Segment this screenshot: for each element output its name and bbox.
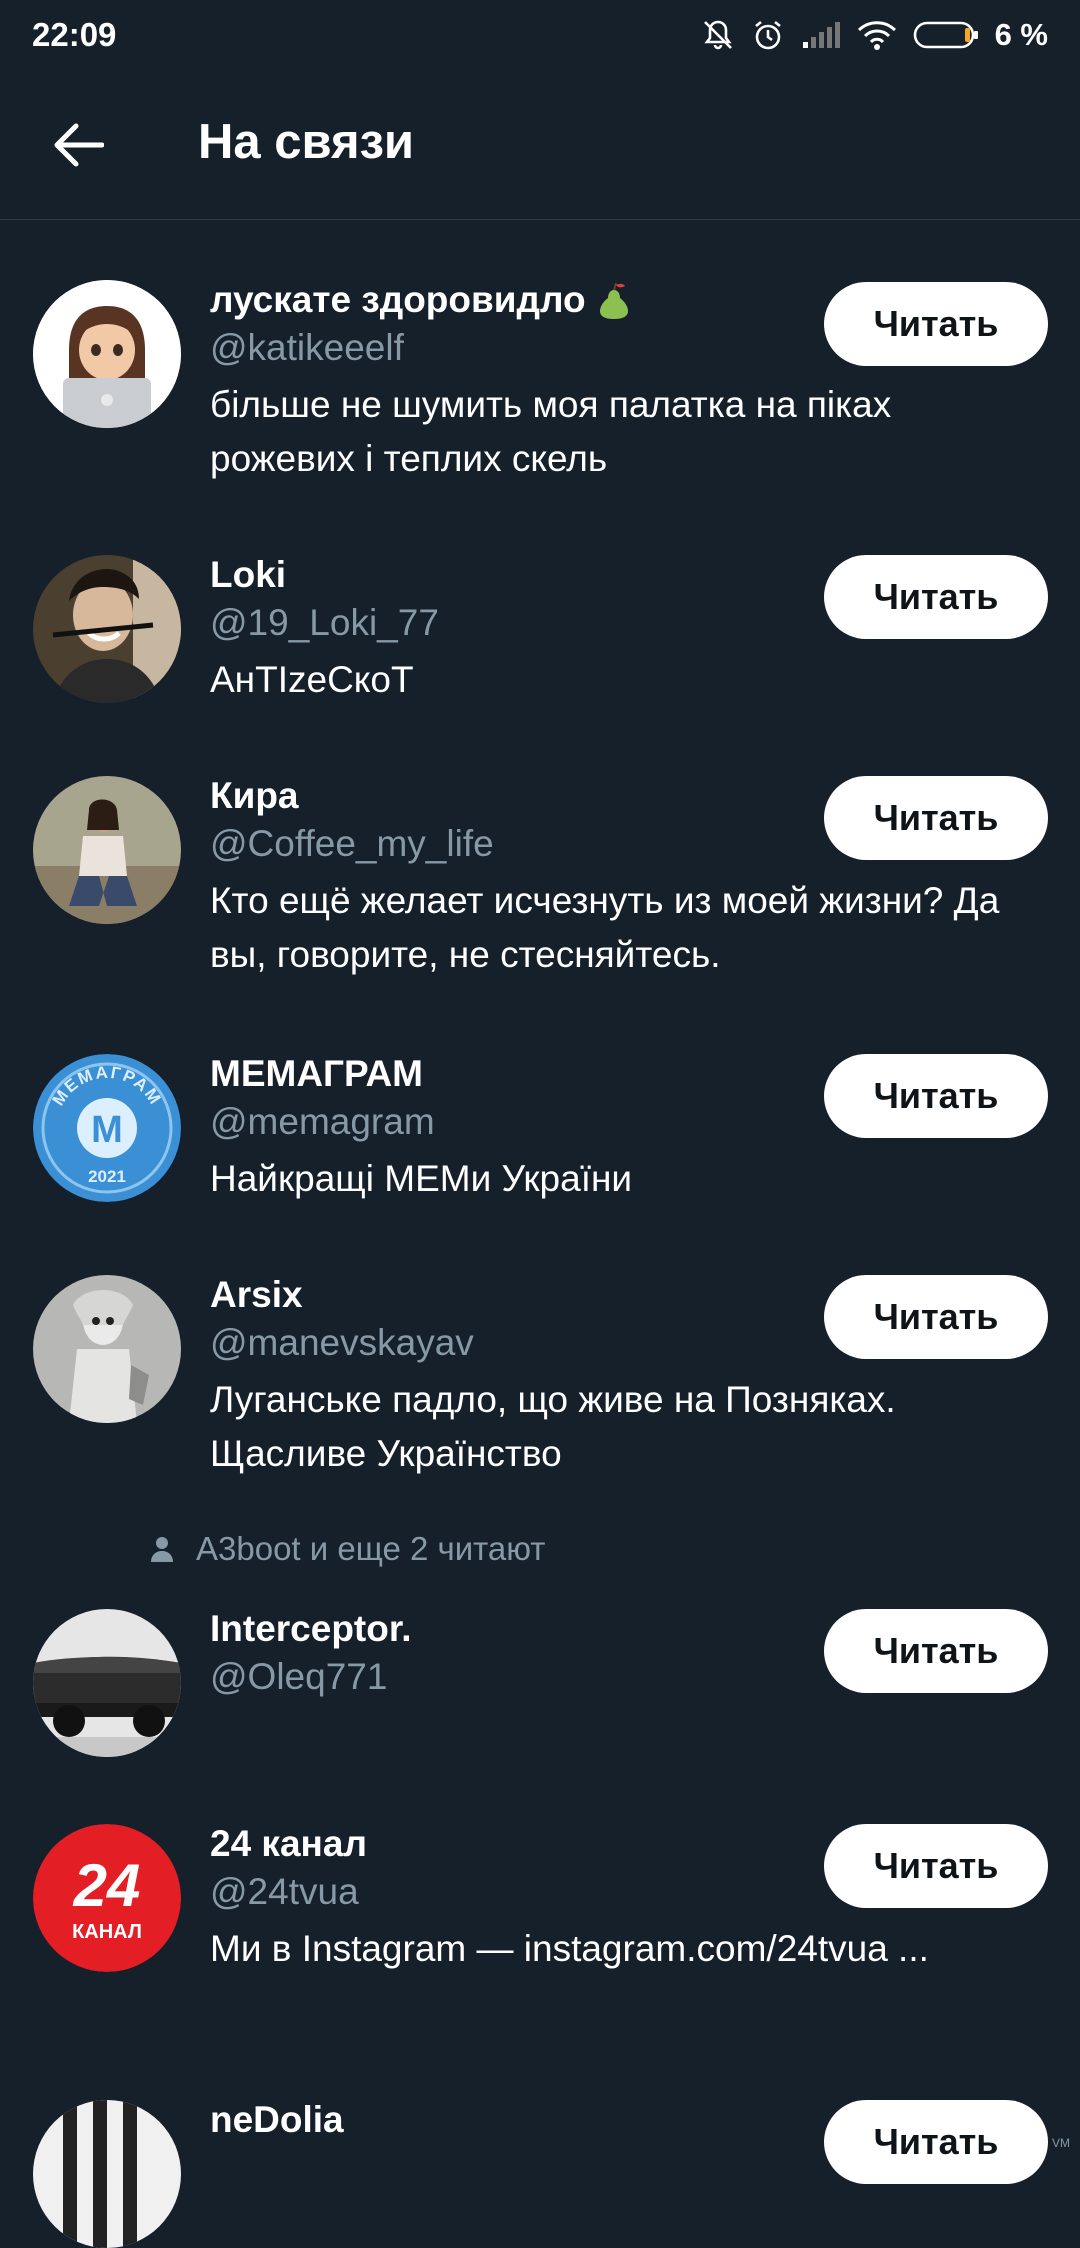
avatar[interactable] xyxy=(33,776,181,924)
follow-button[interactable]: Читать xyxy=(824,2100,1048,2184)
bell-muted-icon xyxy=(703,20,732,50)
avatar[interactable]: M МЕМАГРАМ 2021 xyxy=(33,1054,181,1202)
watermark: VM xyxy=(1052,2136,1070,2150)
avatar[interactable] xyxy=(33,280,181,428)
status-time: 22:09 xyxy=(32,16,117,53)
social-context-text: A3boot и еще 2 читают xyxy=(196,1530,546,1567)
tv24-logo-label: КАНАЛ xyxy=(72,1921,142,1943)
follow-button[interactable]: Читать xyxy=(824,282,1048,366)
avatar[interactable] xyxy=(33,1609,181,1757)
follow-button[interactable]: Читать xyxy=(824,1824,1048,1908)
arrow-left-icon xyxy=(54,123,104,167)
follow-button[interactable]: Читать xyxy=(824,1054,1048,1138)
alarm-icon xyxy=(754,20,781,50)
battery-icon xyxy=(913,21,978,49)
user-bio: Кто ещё желает исчезнуть из моей жизни? … xyxy=(210,880,1000,975)
user-bio: Найкращі МЕМи України xyxy=(210,1158,633,1199)
social-context: A3boot и еще 2 читают xyxy=(150,1530,545,1568)
wifi-icon xyxy=(857,21,896,50)
tv24-logo-number: 24 xyxy=(73,1852,141,1919)
avatar[interactable]: 24 КАНАЛ xyxy=(33,1824,181,1972)
follow-button[interactable]: Читать xyxy=(824,776,1048,860)
person-icon xyxy=(151,1537,173,1562)
battery-percent: 6 % xyxy=(994,17,1048,52)
status-icons: 6 % xyxy=(701,17,1048,53)
user-bio: більше не шумить моя палатка на піках ро… xyxy=(210,384,892,479)
memagram-logo-letter: M xyxy=(91,1109,123,1151)
page-title: На связи xyxy=(198,115,415,169)
avatar[interactable] xyxy=(33,555,181,703)
user-bio: Луганське падло, що живе на Позняках. Ща… xyxy=(210,1379,896,1474)
header: На связи xyxy=(0,70,1080,220)
status-bar: 22:09 6 % xyxy=(0,0,1080,70)
avatar[interactable] xyxy=(33,1275,181,1423)
user-bio: АнТIzeCкоТ xyxy=(210,659,414,700)
follow-button[interactable]: Читать xyxy=(824,555,1048,639)
signal-icon xyxy=(802,22,840,48)
follow-button[interactable]: Читать xyxy=(824,1609,1048,1693)
follow-button[interactable]: Читать xyxy=(824,1275,1048,1359)
pear-emoji-icon xyxy=(599,282,628,319)
user-bio: Ми в Instagram — instagram.com/24tvua ..… xyxy=(210,1928,929,1969)
avatar[interactable] xyxy=(33,2100,181,2248)
memagram-logo-year: 2021 xyxy=(88,1167,126,1186)
back-button[interactable] xyxy=(48,118,108,172)
